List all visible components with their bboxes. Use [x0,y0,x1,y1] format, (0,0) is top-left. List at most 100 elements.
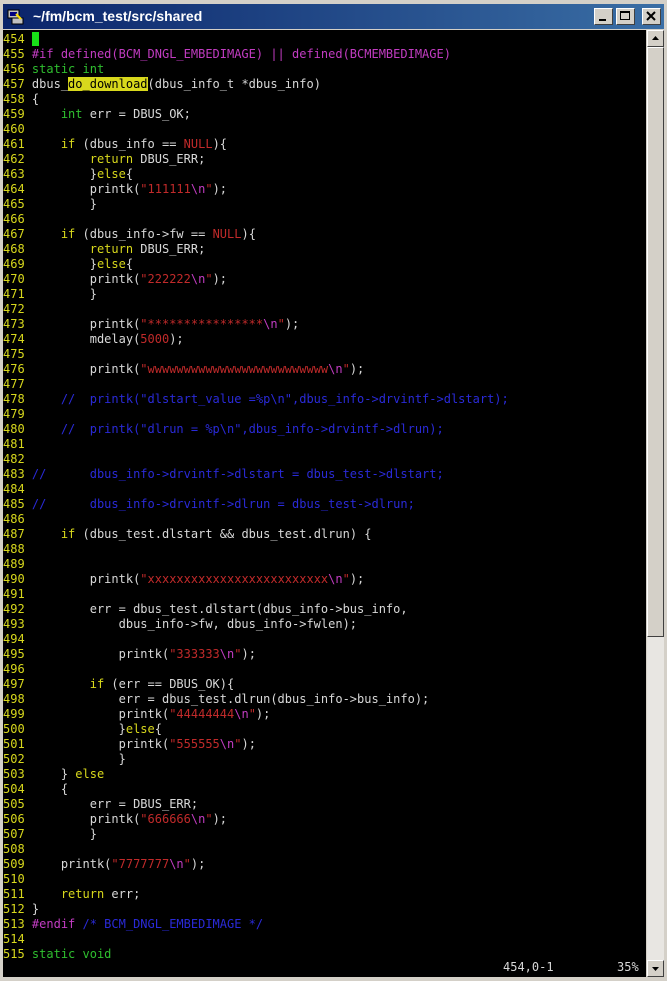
line-number: 461 [3,137,25,151]
code-line: 485 // dbus_info->drvintf->dlrun = dbus_… [3,497,646,512]
line-number: 458 [3,92,25,106]
line-number: 510 [3,872,25,886]
minimize-button[interactable] [594,8,613,25]
code-line: 511 return err; [3,887,646,902]
line-number: 495 [3,647,25,661]
line-number: 480 [3,422,25,436]
code-line: 480 // printk("dlrun = %p\n",dbus_info->… [3,422,646,437]
code-token: if [60,137,76,151]
code-line: 510 [3,872,646,887]
line-number: 515 [3,947,25,961]
line-number: 484 [3,482,25,496]
line-number: 513 [3,917,25,931]
line-number: 499 [3,707,25,721]
code-token: // printk("dlrun = %p\n",dbus_info->drvi… [31,422,444,436]
code-token: } [31,902,40,916]
code-token: NULL [212,227,242,241]
code-token: { [125,257,134,271]
code-token: if [89,677,105,691]
code-line: 482 [3,452,646,467]
line-number: 494 [3,632,25,646]
code-token: if [60,227,76,241]
code-lines: 454 455 #if defined(BCM_DNGL_EMBEDIMAGE)… [3,32,646,962]
cursor-position: 454,0-1 [503,960,554,974]
code-token: \n [219,647,235,661]
line-number: 482 [3,452,25,466]
code-token: ); [212,812,228,826]
code-line: 504 { [3,782,646,797]
code-token: " [183,857,191,871]
line-number: 483 [3,467,25,481]
code-line: 477 [3,377,646,392]
line-number: 470 [3,272,25,286]
line-number: 474 [3,332,25,346]
code-token: printk( [31,362,141,376]
line-number: 487 [3,527,25,541]
code-token: return [89,152,134,166]
code-token: " [205,272,213,286]
up-arrow-icon [652,36,659,40]
line-number: 456 [3,62,25,76]
code-token: 5000 [140,332,170,346]
window-title: ~/fm/bcm_test/src/shared [33,8,203,24]
code-line: 454 [3,32,646,47]
code-token: ); [212,182,228,196]
line-number: 468 [3,242,25,256]
line-number: 463 [3,167,25,181]
line-number: 479 [3,407,25,421]
code-token: " [342,362,350,376]
code-line: 500 }else{ [3,722,646,737]
search-highlight: do_download [68,77,148,91]
code-line: 489 [3,557,646,572]
line-number: 496 [3,662,25,676]
code-token: #if defined(BCM_DNGL_EMBEDIMAGE) || defi… [31,47,451,61]
code-line: 496 [3,662,646,677]
code-token: printk( [31,647,170,661]
title-bar[interactable]: ~/fm/bcm_test/src/shared [3,4,664,29]
scrollbar-thumb[interactable] [647,47,664,637]
line-number: 512 [3,902,25,916]
code-line: 484 [3,482,646,497]
code-line: 467 if (dbus_info->fw == NULL){ [3,227,646,242]
line-number: 466 [3,212,25,226]
line-number: 486 [3,512,25,526]
close-button[interactable] [642,8,661,25]
code-token: if [60,527,76,541]
terminal-text-area[interactable]: 454 455 #if defined(BCM_DNGL_EMBEDIMAGE)… [3,30,646,977]
code-line: 471 } [3,287,646,302]
code-token: (dbus_info->fw == [75,227,213,241]
line-number: 464 [3,182,25,196]
code-token: \n [169,857,184,871]
code-token: printk( [31,182,141,196]
code-token: NULL [183,137,213,151]
scroll-down-button[interactable] [647,960,664,977]
code-line: 462 return DBUS_ERR; [3,152,646,167]
line-number: 475 [3,347,25,361]
vertical-scrollbar[interactable] [647,30,664,977]
code-line: 487 if (dbus_test.dlstart && dbus_test.d… [3,527,646,542]
scroll-up-button[interactable] [647,30,664,47]
code-line: 468 return DBUS_ERR; [3,242,646,257]
putty-terminal-icon[interactable] [7,8,25,26]
line-number: 505 [3,797,25,811]
line-number: 506 [3,812,25,826]
code-token: // printk("dlstart_value =%p\n",dbus_inf… [31,392,509,406]
code-token: err = DBUS_OK; [82,107,191,121]
code-token: { [31,782,69,796]
code-token: (dbus_info_t *dbus_info) [147,77,321,91]
code-token: printk( [31,857,112,871]
code-token: " [248,707,256,721]
code-line: 498 err = dbus_test.dlrun(dbus_info->bus… [3,692,646,707]
code-token: \n [190,272,206,286]
code-token: err; [104,887,141,901]
code-line: 466 [3,212,646,227]
close-icon [646,11,656,21]
code-line: 479 [3,407,646,422]
code-line: 456 static int [3,62,646,77]
code-token: { [125,167,134,181]
line-number: 511 [3,887,25,901]
code-token: " [205,812,213,826]
maximize-button[interactable] [616,8,635,25]
